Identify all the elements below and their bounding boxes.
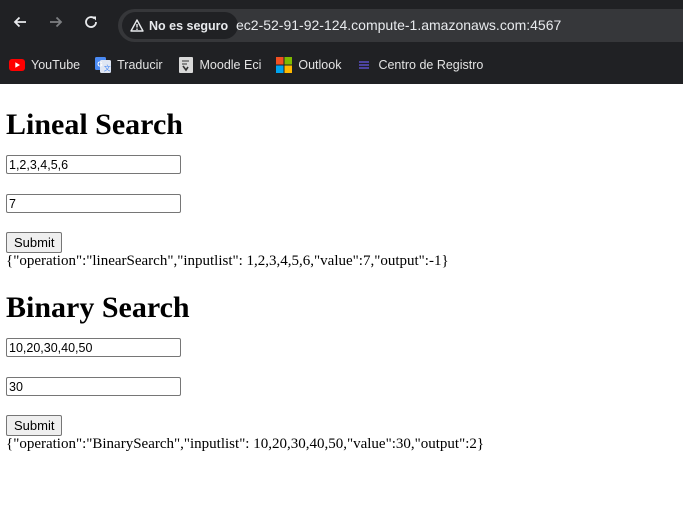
binary-search-section: Binary Search Submit {"operation":"Binar… <box>6 270 683 453</box>
bookmark-moodle[interactable]: Moodle Eci <box>178 56 262 73</box>
bookmark-traducir[interactable]: G 文 Traducir <box>95 56 163 73</box>
linear-result-text: {"operation":"linearSearch","inputlist":… <box>6 253 449 269</box>
forward-button[interactable] <box>45 11 67 33</box>
back-button[interactable] <box>9 11 31 33</box>
reload-button[interactable] <box>80 11 102 33</box>
bookmark-label: Traducir <box>117 57 163 72</box>
binary-value-input[interactable] <box>6 377 181 396</box>
bookmark-outlook[interactable]: Outlook <box>276 56 342 73</box>
linear-submit-button[interactable]: Submit <box>6 232 63 253</box>
back-arrow-icon <box>13 16 26 28</box>
youtube-icon <box>9 57 25 73</box>
svg-text:文: 文 <box>104 63 111 72</box>
warning-icon <box>130 19 144 32</box>
forward-arrow-icon <box>50 16 63 28</box>
linear-search-title: Lineal Search <box>6 108 183 141</box>
bookmark-label: Moodle Eci <box>199 57 262 72</box>
registro-icon <box>356 57 372 73</box>
binary-search-title: Binary Search <box>6 291 190 324</box>
linear-list-input[interactable] <box>6 155 181 174</box>
bookmark-label: Outlook <box>298 57 342 72</box>
address-bar[interactable]: No es seguro ec2-52-91-92-124.compute-1.… <box>118 9 683 42</box>
moodle-icon <box>178 56 194 73</box>
binary-result-text: {"operation":"BinarySearch","inputlist":… <box>6 436 485 452</box>
bookmark-label: YouTube <box>31 57 81 72</box>
browser-toolbar: No es seguro ec2-52-91-92-124.compute-1.… <box>0 0 683 45</box>
security-chip[interactable]: No es seguro <box>122 12 239 39</box>
page-content: Lineal Search Submit {"operation":"linea… <box>0 84 683 453</box>
linear-search-section: Lineal Search Submit {"operation":"linea… <box>6 84 683 270</box>
reload-icon <box>85 16 97 28</box>
bookmark-youtube[interactable]: YouTube <box>9 57 80 73</box>
bookmark-label: Centro de Registro <box>378 57 484 72</box>
translate-icon: G 文 <box>95 56 112 73</box>
bookmark-centro-registro[interactable]: Centro de Registro <box>356 57 483 73</box>
microsoft-icon <box>276 56 293 73</box>
binary-submit-button[interactable]: Submit <box>6 415 63 436</box>
linear-value-input[interactable] <box>6 194 181 213</box>
binary-list-input[interactable] <box>6 338 181 357</box>
url-text[interactable]: ec2-52-91-92-124.compute-1.amazonaws.com… <box>236 17 561 33</box>
svg-text:G: G <box>97 61 103 68</box>
browser-chrome: No es seguro ec2-52-91-92-124.compute-1.… <box>0 0 683 84</box>
bookmarks-bar: YouTube G 文 Traducir Moodle Eci Outlook … <box>0 45 683 84</box>
security-label: No es seguro <box>149 18 229 33</box>
